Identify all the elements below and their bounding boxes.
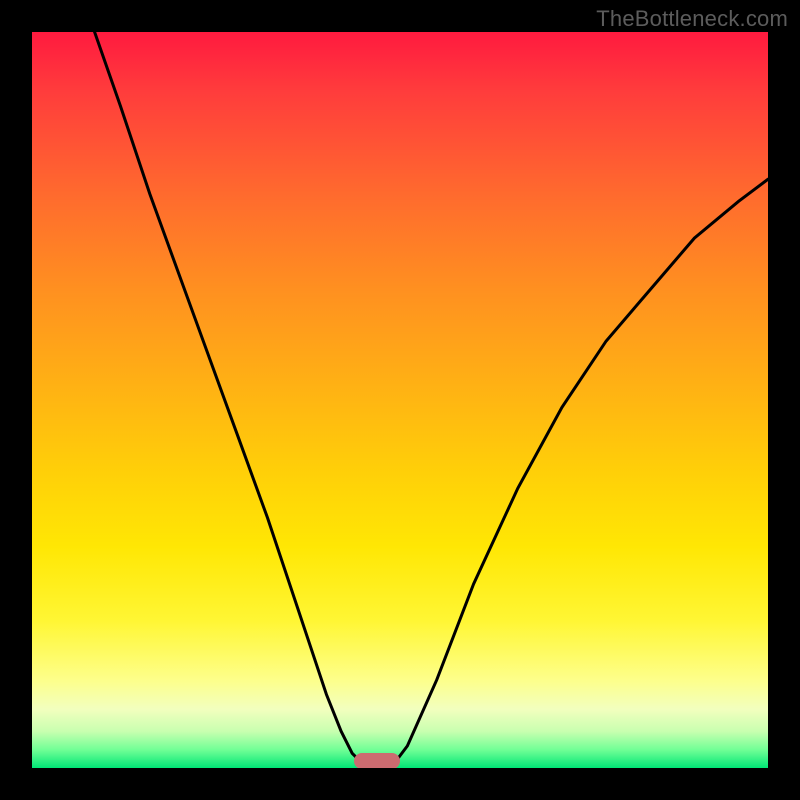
chart-frame: TheBottleneck.com <box>0 0 800 800</box>
curve-right <box>396 179 768 760</box>
plot-area <box>32 32 768 768</box>
bottleneck-marker <box>354 753 400 768</box>
curve-left <box>95 32 360 761</box>
watermark-text: TheBottleneck.com <box>596 6 788 32</box>
bottleneck-curves <box>32 32 768 768</box>
